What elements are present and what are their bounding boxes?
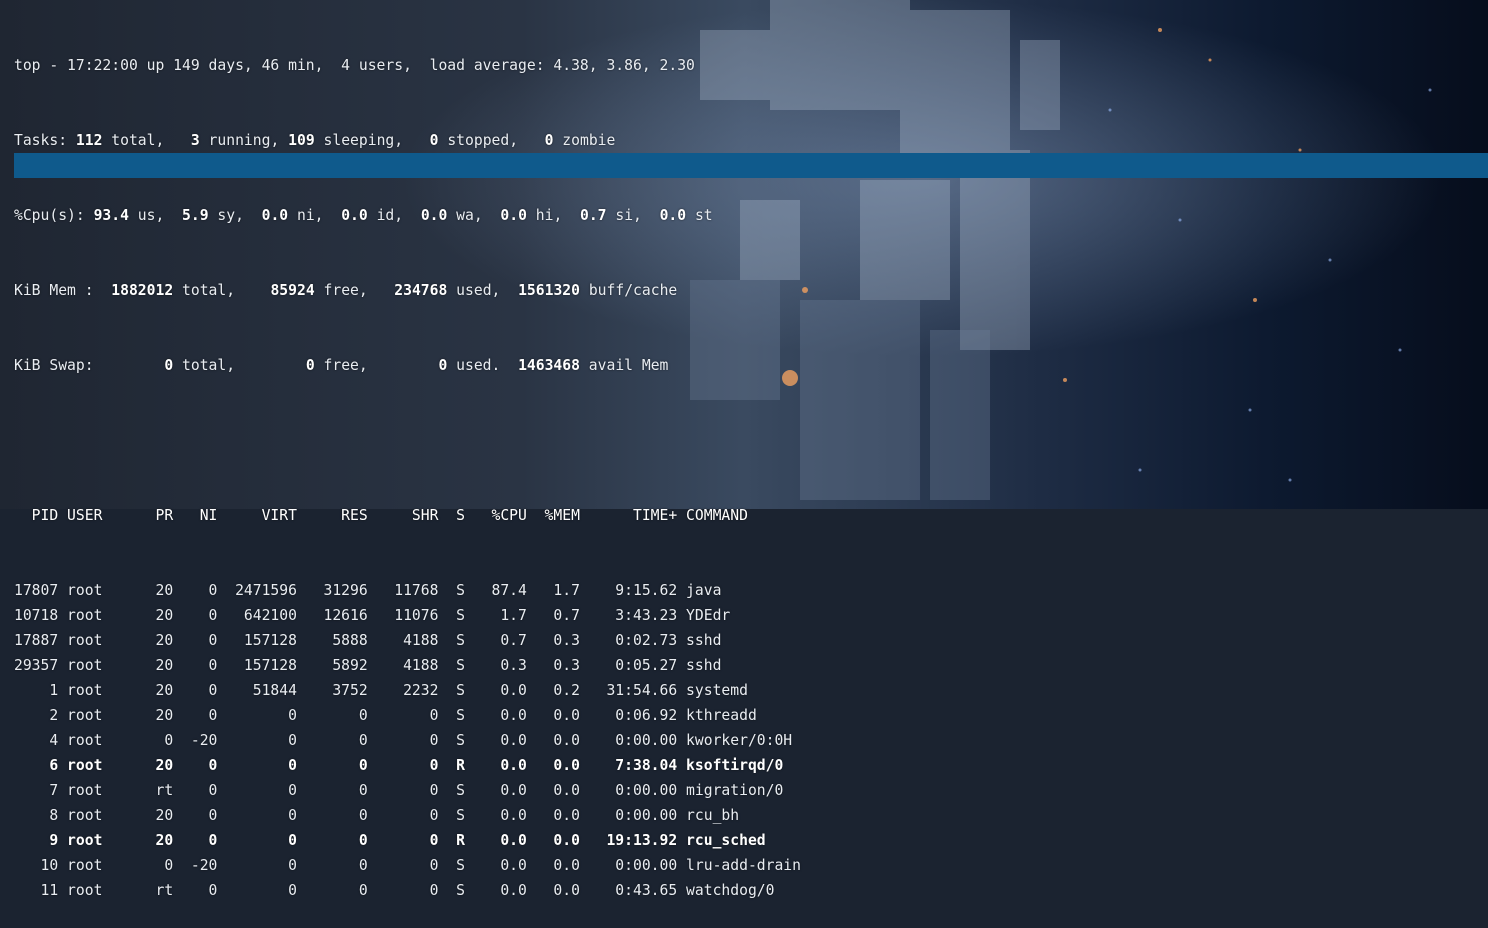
cpu-line: %Cpu(s): 93.4 us, 5.9 sy, 0.0 ni, 0.0 id… bbox=[14, 207, 713, 224]
process-row: 10718 root 20 0 642100 12616 11076 S 1.7… bbox=[14, 607, 828, 624]
uptime-line: top - 17:22:00 up 149 days, 46 min, 4 us… bbox=[14, 57, 695, 74]
process-row: 9 root 20 0 0 0 0 R 0.0 0.0 19:13.92 rcu… bbox=[14, 832, 828, 849]
process-row: 29357 root 20 0 157128 5892 4188 S 0.3 0… bbox=[14, 657, 828, 674]
process-row: 7 root rt 0 0 0 0 S 0.0 0.0 0:00.00 migr… bbox=[14, 782, 828, 799]
top-output: top - 17:22:00 up 149 days, 46 min, 4 us… bbox=[14, 3, 828, 928]
process-table-body: 17807 root 20 0 2471596 31296 11768 S 87… bbox=[14, 578, 828, 903]
process-row: 10 root 0 -20 0 0 0 S 0.0 0.0 0:00.00 lr… bbox=[14, 857, 828, 874]
process-row: 17887 root 20 0 157128 5888 4188 S 0.7 0… bbox=[14, 632, 828, 649]
process-table-header: PID USER PR NI VIRT RES SHR S %CPU %MEM … bbox=[14, 507, 828, 524]
mem-line: KiB Mem : 1882012 total, 85924 free, 234… bbox=[14, 282, 678, 299]
swap-line: KiB Swap: 0 total, 0 free, 0 used. 14634… bbox=[14, 357, 669, 374]
process-row: 4 root 0 -20 0 0 0 S 0.0 0.0 0:00.00 kwo… bbox=[14, 732, 828, 749]
process-row: 2 root 20 0 0 0 0 S 0.0 0.0 0:06.92 kthr… bbox=[14, 707, 828, 724]
process-row: 11 root rt 0 0 0 0 S 0.0 0.0 0:43.65 wat… bbox=[14, 882, 828, 899]
tasks-line: Tasks: 112 total, 3 running, 109 sleepin… bbox=[14, 132, 616, 149]
process-row: 1 root 20 0 51844 3752 2232 S 0.0 0.2 31… bbox=[14, 682, 828, 699]
process-row: 17807 root 20 0 2471596 31296 11768 S 87… bbox=[14, 582, 828, 599]
process-row: 6 root 20 0 0 0 0 R 0.0 0.0 7:38.04 ksof… bbox=[14, 757, 828, 774]
process-row: 8 root 20 0 0 0 0 S 0.0 0.0 0:00.00 rcu_… bbox=[14, 807, 828, 824]
